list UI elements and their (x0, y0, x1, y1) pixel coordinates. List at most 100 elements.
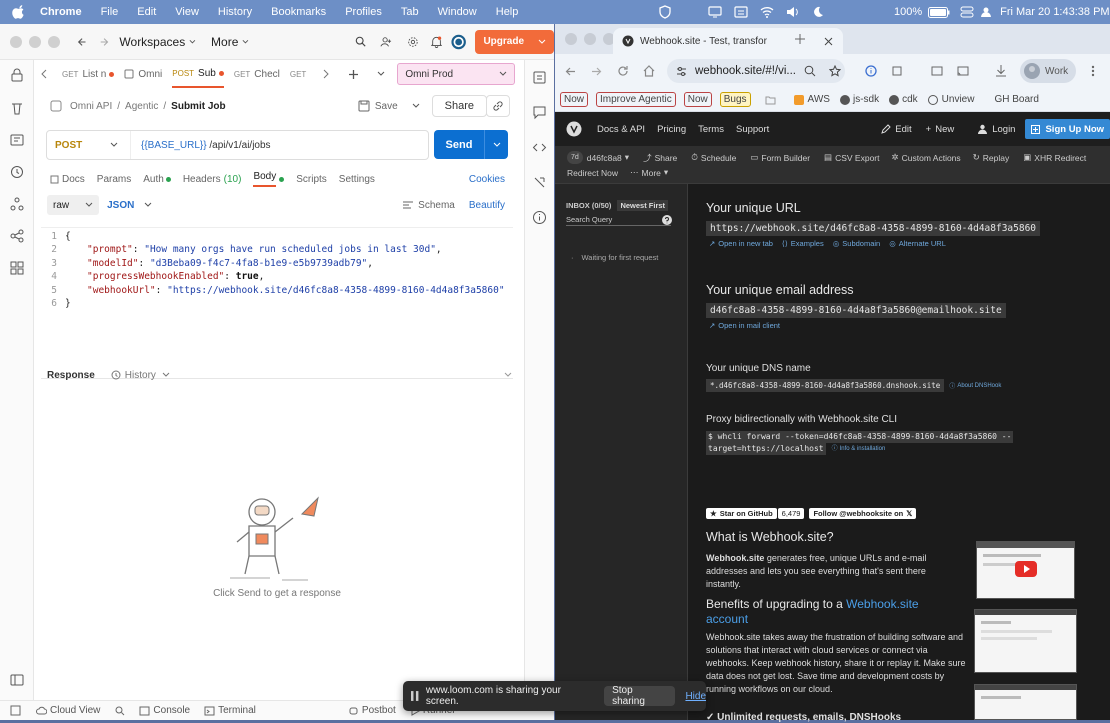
menu-help[interactable]: Help (496, 6, 519, 18)
info-icon[interactable] (532, 210, 547, 225)
share-action[interactable]: Share (655, 153, 678, 163)
copy-link-button[interactable] (486, 95, 510, 117)
trash-icon[interactable] (10, 101, 24, 115)
tab-get[interactable]: GET (290, 70, 310, 79)
chevron-right-icon[interactable] (322, 69, 330, 79)
tab-settings[interactable]: Settings (339, 174, 375, 185)
about-dnshook-link[interactable]: About DNSHook (957, 383, 1001, 389)
url-input[interactable]: {{BASE_URL}} /api/v1/ai/jobs (131, 140, 271, 151)
folder-icon[interactable] (765, 95, 776, 105)
menu-file[interactable]: File (101, 6, 119, 18)
site-info-icon[interactable] (676, 66, 687, 77)
bookmark-js-sdk[interactable]: js-sdk (853, 94, 879, 105)
stop-sharing-button[interactable]: Stop sharing (604, 685, 676, 707)
volume-icon[interactable] (786, 6, 800, 18)
zoom-window-button[interactable] (48, 35, 60, 48)
unique-email[interactable]: d46fc8a8-4358-4899-8160-4d4a8f3a5860@ema… (706, 303, 1006, 318)
profile-chip[interactable]: Work (1020, 59, 1076, 83)
bookmark-aws[interactable]: AWS (808, 94, 830, 105)
schedule-action[interactable]: Schedule (701, 153, 736, 163)
save-button[interactable]: Save (358, 100, 398, 112)
follow-x-button[interactable]: Follow @webhooksite on 𝕏 (809, 508, 917, 519)
console-button[interactable]: Console (153, 705, 190, 716)
screenshot-thumbnail-1[interactable] (974, 609, 1077, 673)
battery-icon[interactable] (928, 6, 950, 18)
beautify-link[interactable]: Beautify (469, 200, 505, 211)
collection-icon[interactable] (10, 133, 24, 147)
sidebar-toggle-icon[interactable] (10, 673, 24, 687)
extension-info-icon[interactable] (865, 65, 877, 77)
tab-scripts[interactable]: Scripts (296, 174, 327, 185)
environment-selector[interactable]: Omni Prod (397, 63, 516, 85)
bell-icon[interactable] (431, 35, 443, 49)
bookmark-now-2[interactable]: Now (683, 92, 712, 107)
new-tab-plus-icon[interactable] (795, 34, 805, 44)
open-new-tab-link[interactable]: Open in new tab (718, 239, 773, 248)
menu-tab[interactable]: Tab (401, 6, 419, 18)
history-dropdown[interactable]: History (111, 370, 170, 381)
related-icon[interactable] (532, 175, 547, 190)
tab-list-n[interactable]: GET List n (62, 69, 115, 80)
help-icon[interactable] (662, 215, 672, 225)
chevron-down-icon[interactable] (504, 371, 512, 379)
documentation-icon[interactable] (532, 70, 547, 85)
menu-window[interactable]: Window (438, 6, 477, 18)
bookmark-bugs[interactable]: Bugs (719, 92, 751, 107)
bookmark-star-icon[interactable] (829, 65, 841, 77)
webhook-logo-icon[interactable] (566, 121, 582, 137)
close-tab-icon[interactable] (824, 37, 833, 46)
user-icon[interactable] (980, 6, 992, 18)
search-icon[interactable] (355, 35, 366, 48)
nav-support[interactable]: Support (736, 124, 769, 135)
body-language-select[interactable]: JSON (107, 200, 152, 211)
code-icon[interactable] (532, 140, 547, 155)
cli-command-box[interactable]: $ whcli forward --token=d46fc8a8-4358-48… (706, 431, 1014, 455)
breadcrumb-collection[interactable]: Omni API (70, 101, 112, 112)
sort-newest-first[interactable]: Newest First (617, 200, 669, 211)
redirect-now-action[interactable]: Redirect Now (567, 168, 618, 178)
chevron-left-icon[interactable] (40, 69, 48, 79)
csv-export-action[interactable]: CSV Export (835, 153, 879, 163)
screenshot-thumbnail-2[interactable] (974, 684, 1077, 720)
custom-actions-action[interactable]: Custom Actions (902, 153, 961, 163)
back-arrow-icon[interactable] (565, 66, 576, 77)
login-button[interactable]: Login (978, 124, 1015, 135)
search-query-input[interactable]: Search Query (566, 213, 671, 226)
tab-docs[interactable]: Docs (62, 174, 85, 185)
history-clock-icon[interactable] (10, 165, 24, 179)
apps-grid-icon[interactable] (10, 261, 24, 275)
settings-gear-icon[interactable] (407, 35, 419, 49)
minimize-window-button[interactable] (584, 33, 596, 45)
video-thumbnail[interactable] (976, 541, 1075, 599)
tab-headers[interactable]: Headers (183, 174, 221, 185)
chevron-down-icon[interactable] (377, 70, 385, 78)
menu-profiles[interactable]: Profiles (345, 6, 382, 18)
terminal-button[interactable]: Terminal (218, 705, 256, 716)
control-center-icon[interactable] (960, 6, 974, 18)
cloud-view-button[interactable]: Cloud View (50, 705, 100, 716)
nav-terms[interactable]: Terms (698, 124, 724, 135)
tab-search-icon[interactable] (931, 65, 943, 77)
comment-icon[interactable] (532, 105, 547, 120)
home-icon[interactable] (643, 65, 655, 77)
moon-icon[interactable] (812, 6, 824, 18)
share-button[interactable]: Share (431, 95, 487, 117)
new-button[interactable]: + New (926, 124, 955, 135)
xhr-redirect-action[interactable]: XHR Redirect (1034, 153, 1086, 163)
menu-view[interactable]: View (175, 6, 199, 18)
schema-button[interactable]: Schema (402, 200, 455, 211)
dns-name[interactable]: *.d46fc8a8-4358-4899-8160-4d4a8f3a5860.d… (706, 379, 945, 392)
unique-url[interactable]: https://webhook.site/d46fc8a8-4358-4899-… (706, 221, 1041, 236)
shield-icon[interactable] (658, 5, 672, 19)
bookmark-gh-board[interactable]: GH Board (994, 94, 1038, 105)
tab-body[interactable]: Body (253, 171, 277, 187)
display-icon[interactable] (708, 6, 722, 18)
postbot-button[interactable]: Postbot (362, 705, 396, 716)
request-title[interactable]: Submit Job (171, 101, 225, 112)
cast-icon[interactable] (957, 65, 969, 77)
token-id[interactable]: d46fc8a8 (587, 153, 622, 163)
browser-tab-webhook[interactable]: Webhook.site - Test, transfor (613, 28, 843, 54)
pause-icon[interactable] (411, 691, 419, 701)
tab-omni[interactable]: Omni (124, 69, 162, 80)
send-button[interactable]: Send (434, 130, 508, 159)
